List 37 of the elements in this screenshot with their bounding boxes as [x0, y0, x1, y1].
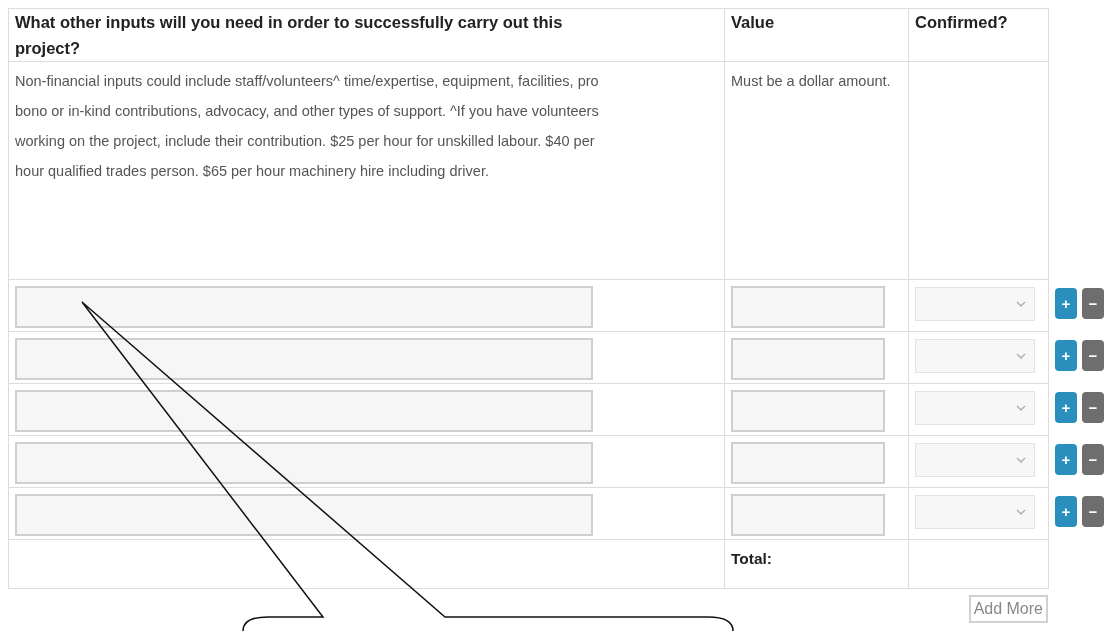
input-field[interactable] [15, 390, 593, 432]
input-field[interactable] [15, 494, 593, 536]
input-field[interactable] [15, 286, 593, 328]
add-row-button[interactable]: + [1055, 495, 1077, 527]
confirmed-dropdown[interactable] [915, 339, 1035, 373]
help-text: Non-financial inputs could include staff/volunteers^ time/expertise, equipment, facilities, pro bono or in-kind contributions, advocacy, and other types of support. ^If you have volunteers working on the project, include their contribution. $25 per hour for unskilled labour. $40 per hour qualified trades person. $65 per hour machinery hire including driver. [8, 61, 725, 280]
add-row-button[interactable]: + [1055, 391, 1077, 423]
add-row-button[interactable]: + [1055, 443, 1077, 475]
remove-row-button[interactable]: − [1082, 495, 1104, 527]
confirmed-dropdown[interactable] [915, 391, 1035, 425]
column-header: Confirmed? [908, 8, 1049, 62]
chevron-icon [1016, 509, 1026, 515]
total-label: Total: [724, 539, 909, 589]
confirmed-dropdown[interactable] [915, 287, 1035, 321]
add-more-button[interactable]: Add More [968, 595, 1048, 623]
add-row-button[interactable]: + [1055, 339, 1077, 371]
remove-row-button[interactable]: − [1082, 339, 1104, 371]
value-field[interactable] [731, 390, 885, 432]
chevron-icon [1016, 405, 1026, 411]
remove-row-button[interactable]: − [1082, 287, 1104, 319]
column-header: What other inputs will you need in order to successfully carry out this project? [8, 8, 725, 62]
add-row-button[interactable]: + [1055, 287, 1077, 319]
confirmed-dropdown[interactable] [915, 443, 1035, 477]
remove-row-button[interactable]: − [1082, 443, 1104, 475]
chevron-icon [1016, 457, 1026, 463]
column-header: Value [724, 8, 909, 62]
help-text: Must be a dollar amount. [724, 61, 909, 280]
chevron-icon [1016, 301, 1026, 307]
confirmed-dropdown[interactable] [915, 495, 1035, 529]
value-field[interactable] [731, 494, 885, 536]
chevron-icon [1016, 353, 1026, 359]
value-field[interactable] [731, 338, 885, 380]
remove-row-button[interactable]: − [1082, 391, 1104, 423]
value-field[interactable] [731, 286, 885, 328]
input-field[interactable] [15, 338, 593, 380]
value-field[interactable] [731, 442, 885, 484]
input-field[interactable] [15, 442, 593, 484]
